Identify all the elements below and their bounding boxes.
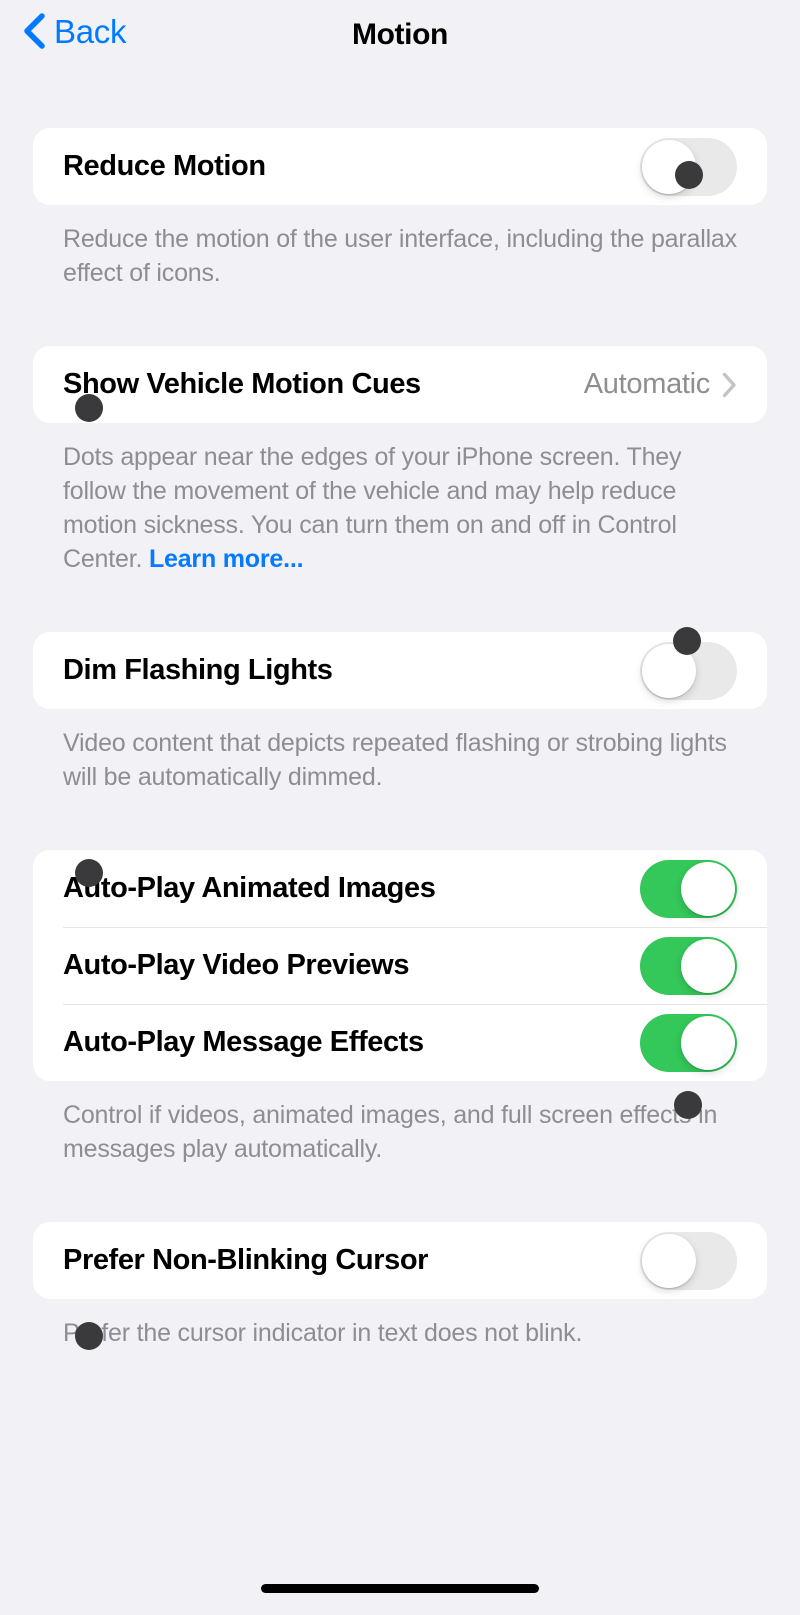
footer-prefer-non-blinking-cursor: Prefer the cursor indicator in text does… [63,1319,583,1347]
section-prefer-non-blinking-cursor: Prefer Non-Blinking Cursor [33,1222,767,1299]
row-value-automatic: Automatic [583,368,711,400]
chevron-right-icon [722,372,736,397]
section-dim-flashing-lights: Dim Flashing Lights [33,632,767,709]
footer-reduce-motion: Reduce the motion of the user interface,… [63,225,737,287]
row-label: Prefer Non-Blinking Cursor [63,1244,429,1276]
row-label: Auto-Play Message Effects [63,1026,424,1058]
learn-more-link[interactable]: Learn more... [149,545,304,573]
row-dim-flashing-lights[interactable]: Dim Flashing Lights [33,632,767,709]
footer-auto-play: Control if videos, animated images, and … [63,1101,718,1163]
toggle-knob [681,861,735,916]
row-control [640,641,737,700]
section-reduce-motion: Reduce Motion [33,128,767,205]
row-reduce-motion[interactable]: Reduce Motion [33,128,767,205]
row-prefer-non-blinking-cursor[interactable]: Prefer Non-Blinking Cursor [33,1222,767,1299]
row-control [640,137,737,196]
iphone-settings-screen: Back Motion Reduce Motion Reduce the mot… [0,0,800,1615]
footer-vehicle-motion-cues: Dots appear near the edges of your iPhon… [33,440,767,576]
row-auto-play-animated-images[interactable]: Auto-Play Animated Images [33,850,767,927]
navigation-bar: Back Motion [0,0,800,72]
row-control [640,859,737,918]
row-label: Auto-Play Animated Images [63,872,436,904]
row-label: Dim Flashing Lights [63,654,333,686]
toggle-prefer-non-blinking-cursor[interactable] [640,1231,737,1290]
row-auto-play-video-previews[interactable]: Auto-Play Video Previews [33,927,767,1004]
toggle-auto-play-video-previews[interactable] [640,936,737,995]
row-control: Automatic [584,368,737,401]
toggle-auto-play-animated-images[interactable] [640,859,737,918]
toggle-knob [642,643,696,698]
toggle-knob [642,139,696,194]
row-auto-play-message-effects[interactable]: Auto-Play Message Effects [33,1004,767,1081]
toggle-knob [681,1015,735,1070]
row-label: Show Vehicle Motion Cues [63,368,421,400]
toggle-knob [681,938,735,993]
row-label: Auto-Play Video Previews [63,949,410,981]
section-auto-play: Auto-Play Animated Images Auto-Play Vide… [33,850,767,1081]
row-control [640,1013,737,1072]
home-indicator[interactable] [261,1584,539,1593]
toggle-dim-flashing-lights[interactable] [640,641,737,700]
row-label: Reduce Motion [63,150,266,182]
footer-dim-flashing-lights: Video content that depicts repeated flas… [63,729,727,791]
toggle-knob [642,1233,696,1288]
page-title: Motion [352,18,448,51]
row-control [640,1231,737,1290]
toggle-reduce-motion[interactable] [640,137,737,196]
section-vehicle-motion-cues: Show Vehicle Motion Cues Automatic [33,346,767,423]
row-control [640,936,737,995]
toggle-auto-play-message-effects[interactable] [640,1013,737,1072]
row-show-vehicle-motion-cues[interactable]: Show Vehicle Motion Cues Automatic [33,346,767,423]
